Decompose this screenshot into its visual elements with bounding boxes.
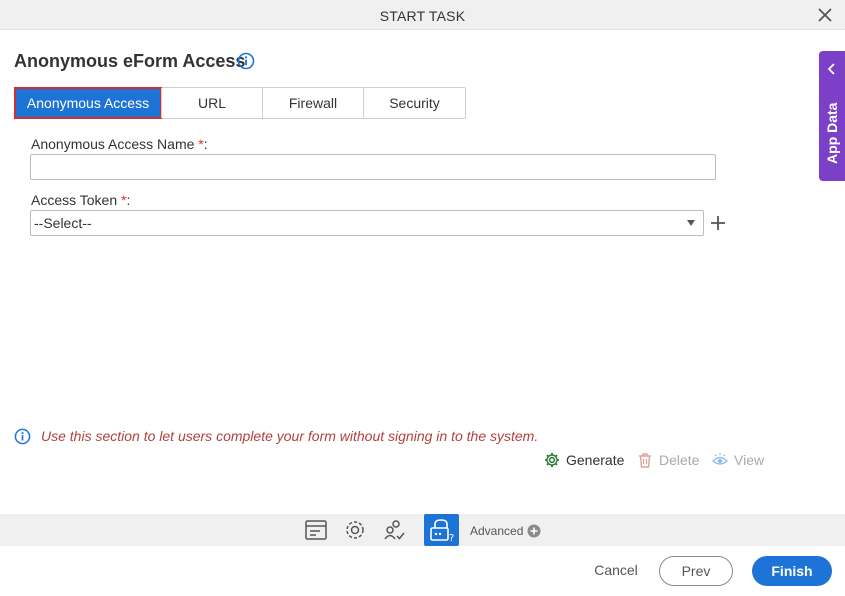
chevron-left-icon	[827, 63, 835, 75]
app-data-label: App Data	[824, 102, 840, 164]
generate-button[interactable]: Generate	[544, 450, 624, 470]
label-colon: :	[126, 192, 131, 208]
users-check-icon[interactable]	[381, 516, 409, 544]
eye-icon	[712, 453, 728, 465]
form-icon[interactable]	[302, 516, 330, 544]
advanced-button[interactable]: Advanced	[470, 524, 541, 538]
view-label: View	[734, 452, 765, 468]
access-token-selected: --Select--	[34, 215, 92, 231]
gear-icon	[545, 453, 559, 467]
access-token-select[interactable]: --Select--	[30, 210, 704, 236]
add-token-icon[interactable]	[709, 214, 727, 232]
chevron-down-icon	[687, 220, 695, 226]
title-bar: START TASK	[0, 0, 845, 30]
generate-label: Generate	[566, 452, 625, 468]
name-label-text: Anonymous Access Name	[31, 136, 195, 152]
app-data-panel-tab[interactable]: App Data	[819, 51, 845, 181]
window-title: START TASK	[379, 8, 466, 24]
info-icon[interactable]	[237, 52, 255, 70]
tab-bar: Anonymous Access URL Firewall Security	[14, 87, 466, 119]
view-button[interactable]: View	[712, 450, 764, 470]
tab-url[interactable]: URL	[161, 88, 262, 118]
advanced-label: Advanced	[470, 524, 524, 538]
token-label: Access Token *:	[31, 192, 130, 208]
delete-label: Delete	[659, 452, 700, 468]
info-icon	[14, 428, 31, 445]
gear-icon[interactable]	[341, 516, 369, 544]
lock-help-icon[interactable]: ?	[424, 514, 459, 546]
cancel-button[interactable]: Cancel	[585, 556, 647, 586]
delete-button[interactable]: Delete	[637, 450, 699, 470]
close-icon[interactable]	[816, 6, 834, 24]
token-label-text: Access Token	[31, 192, 118, 208]
finish-button[interactable]: Finish	[752, 556, 832, 586]
step-toolbar	[0, 514, 845, 546]
trash-icon	[639, 453, 651, 468]
name-label: Anonymous Access Name *:	[31, 136, 208, 152]
svg-text:?: ?	[449, 533, 454, 544]
plus-circle-icon	[527, 524, 541, 538]
prev-button[interactable]: Prev	[659, 556, 733, 586]
tab-anonymous-access[interactable]: Anonymous Access	[14, 87, 162, 119]
anonymous-access-name-input[interactable]	[30, 154, 716, 180]
info-note: Use this section to let users complete y…	[41, 428, 539, 444]
label-colon: :	[203, 136, 208, 152]
tab-firewall[interactable]: Firewall	[262, 88, 363, 118]
page-title: Anonymous eForm Access	[14, 51, 246, 71]
tab-security[interactable]: Security	[363, 88, 465, 118]
